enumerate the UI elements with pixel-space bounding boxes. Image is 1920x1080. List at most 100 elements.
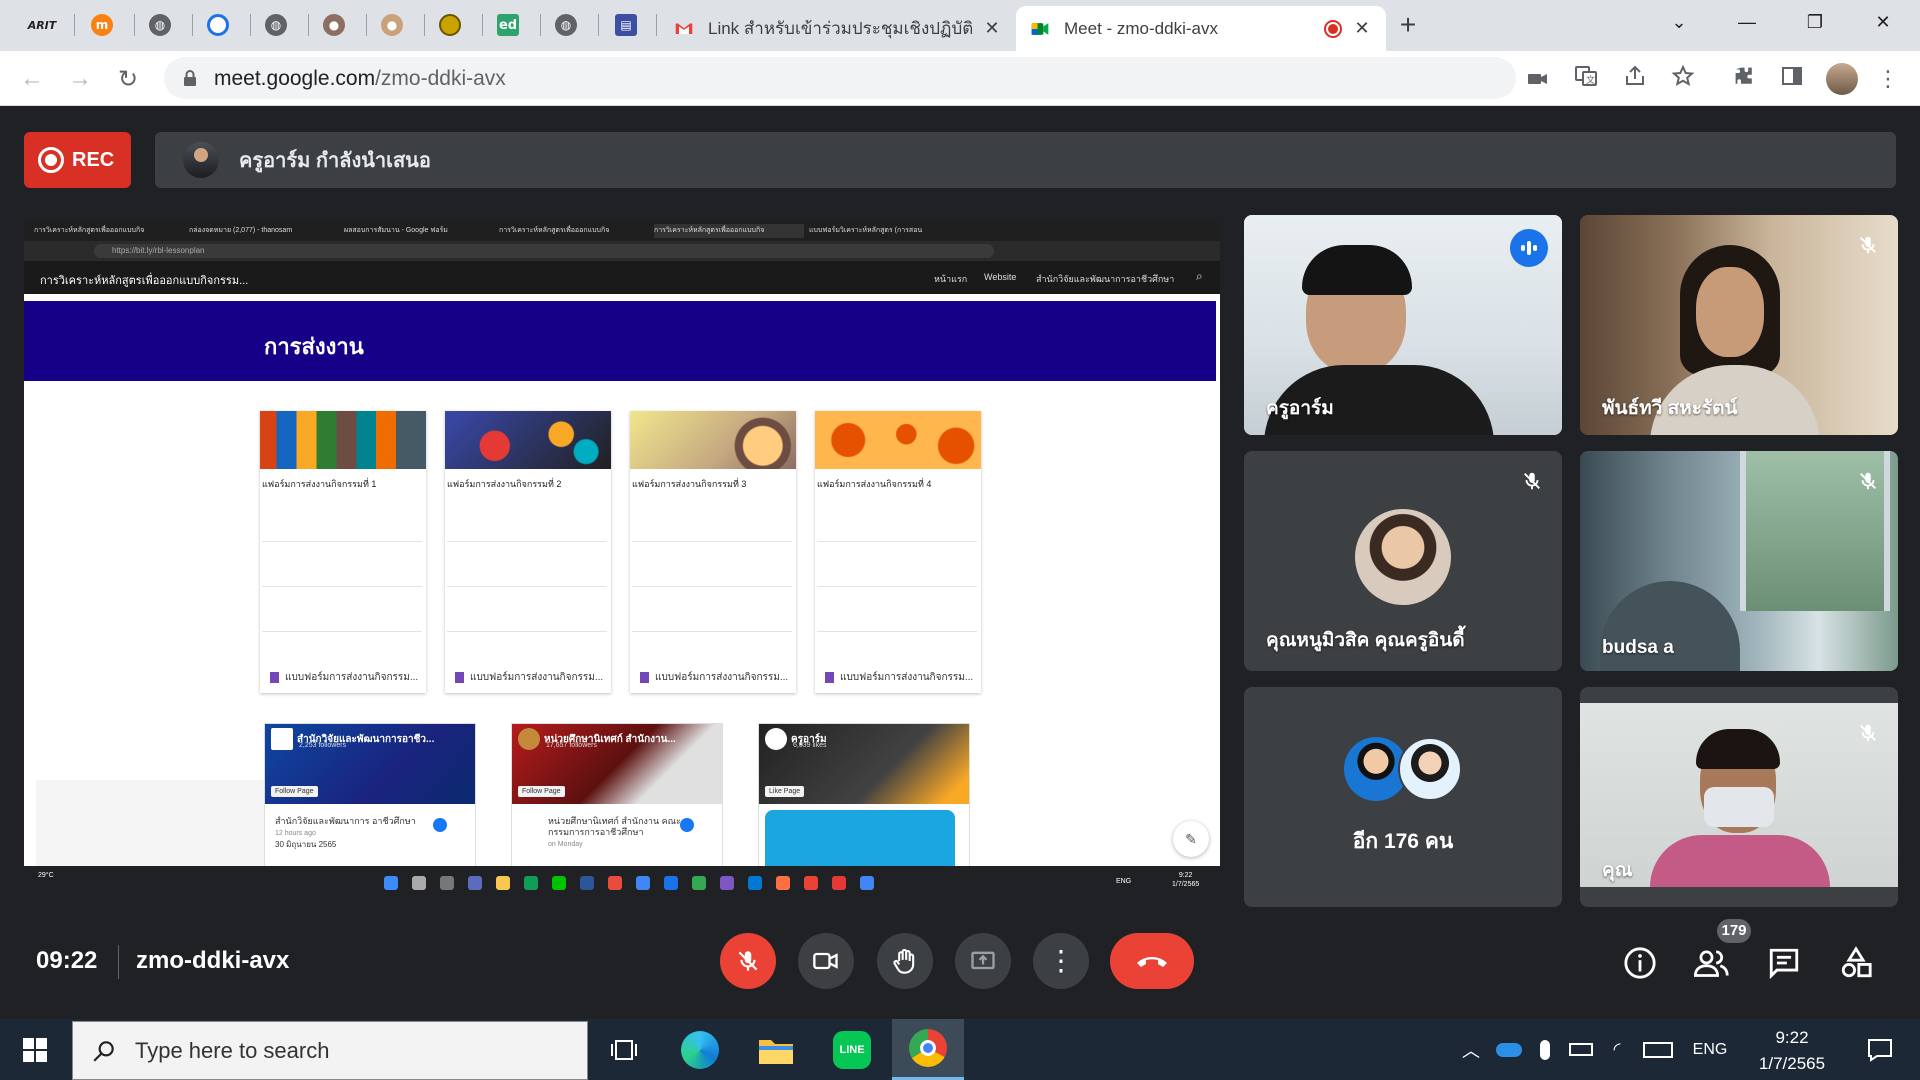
taskbar-search-box[interactable]: Type here to search [72,1021,588,1080]
arit-icon: ARIT [27,14,57,36]
form-header-pizza [815,411,981,469]
restore-button[interactable]: ❐ [1781,0,1849,44]
more-options-button[interactable]: ⋮ [1033,933,1089,989]
pinned-tab-moodle[interactable]: m [80,8,124,42]
keyboard-icon [1643,1041,1673,1058]
form-card-3: แฟอร์มการส่งงานกิจกรรมที่ 3 แบบฟอร์มการส… [630,411,796,693]
arrow-left-icon: ← [20,65,44,92]
wifi-tray[interactable]: ◜ [1602,1019,1632,1080]
mic-toggle-button[interactable] [720,933,776,989]
side-panel-icon[interactable] [1780,64,1804,88]
recording-indicator[interactable]: REC [24,132,131,188]
new-tab-button[interactable]: + [1392,9,1424,41]
restore-icon: ❐ [1806,11,1824,32]
record-icon [38,147,64,173]
camera-icon [813,952,838,970]
participant-tile-you[interactable]: คุณ [1580,687,1898,907]
show-hidden-icons-button[interactable]: ︿ [1456,1019,1486,1080]
meeting-code: zmo-ddki-avx [136,947,290,974]
system-clock[interactable]: 9:22 1/7/2565 [1752,1025,1832,1077]
star-icon[interactable] [1671,64,1695,88]
taskbar-edge[interactable] [664,1019,736,1080]
profile-avatar[interactable] [1826,63,1858,95]
shared-tab: กล่องจดหมาย (2,077) - thanosam [189,227,293,234]
participant-tile-kruarm[interactable]: ครูอาร์ม [1244,215,1562,435]
back-button[interactable]: ← [14,61,50,97]
pinned-tab-globe-1[interactable]: ◍ [138,8,182,42]
tab-title: Meet - zmo-ddki-avx [1064,18,1218,38]
pinned-tab-forms[interactable]: ▤ [604,8,648,42]
fb-followers: 2,253 followers [299,742,347,749]
share-icon[interactable] [1623,64,1647,88]
close-window-button[interactable]: ✕ [1849,0,1917,44]
activities-button[interactable] [1836,943,1876,983]
input-language[interactable]: ENG [1684,1019,1736,1080]
camera-in-use-icon[interactable] [1526,67,1550,91]
participant-tile-others[interactable]: อีก 176 คน [1244,687,1562,907]
recording-icon [1324,19,1342,38]
tab-meet[interactable]: Meet - zmo-ddki-avx ✕ [1016,6,1386,51]
shared-lang: ENG [1116,878,1132,885]
forms-icon [270,672,279,683]
shared-tab: การวิเคราะห์หลักสูตรเพื่อออกแบบกิจ [654,224,804,238]
pinned-tab-globe-2[interactable]: ◍ [254,8,298,42]
address-bar[interactable]: meet.google.com/zmo-ddki-avx [164,57,1547,99]
task-view-button[interactable] [588,1019,660,1080]
line-icon: LINE [833,1030,871,1069]
notifications-button[interactable] [1852,1019,1908,1080]
pinned-tab-arit[interactable]: ARIT [20,8,64,42]
camera-toggle-button[interactable] [798,933,854,989]
form-title: แฟอร์มการส่งงานกิจกรรมที่ 1 [262,479,377,489]
pinned-tab-seal[interactable] [428,8,472,42]
search-icon [93,1040,114,1062]
taskbar-chrome[interactable] [892,1019,964,1080]
translate-icon[interactable]: 文 [1574,64,1598,88]
battery-tray[interactable] [1566,1019,1596,1080]
form-footer: แบบฟอร์มการส่งงานกิจกรรม... [455,670,603,685]
microphone-tray[interactable] [1530,1019,1560,1080]
participant-tile-phanthawi[interactable]: พันธ์ทวี สหะรัตน์ [1580,215,1898,435]
windows-taskbar: Type here to search LINE ︿ ◜ ENG 9:22 1/7… [0,1019,1920,1080]
ring-icon [207,14,229,36]
tab-search-button[interactable]: ⌄ [1645,0,1713,44]
fb-page-name: สำนักวิจัยและพัฒนาการอาชีว... [271,728,434,750]
pinned-tab-opera[interactable] [196,8,240,42]
taskbar-file-explorer[interactable] [740,1019,812,1080]
lock-icon [184,70,196,86]
participant-count-badge: 179 [1717,919,1751,943]
close-tab-icon[interactable]: ✕ [982,18,1002,39]
present-screen-button[interactable] [955,933,1011,989]
pinned-tab-person-1[interactable]: ● [312,8,356,42]
speaking-indicator-icon [1510,229,1548,267]
browser-tab-strip: ARIT m ◍ ◍ ● ● ed ◍ ▤ Link สำหรับเข้าร่ว… [0,0,1920,51]
form-title: แฟอร์มการส่งงานกิจกรรมที่ 3 [632,479,747,489]
reload-button[interactable]: ↻ [110,61,146,97]
raise-hand-button[interactable] [877,933,933,989]
participant-name: budsa a [1602,637,1674,658]
keyboard-tray[interactable] [1638,1019,1678,1080]
pinned-tab-edpuzzle[interactable]: ed [486,8,530,42]
menu-kebab-icon[interactable]: ⋮ [1876,63,1900,95]
wifi-icon: ◜ [1613,1039,1621,1059]
chat-button[interactable] [1764,943,1804,983]
forward-button[interactable]: → [62,61,98,97]
pinned-tab-person-2[interactable]: ● [370,8,414,42]
leave-call-button[interactable] [1110,933,1194,989]
present-icon [971,951,995,970]
mic-off-icon [1852,717,1884,749]
onedrive-tray[interactable] [1494,1019,1524,1080]
pinned-tab-globe-3[interactable]: ◍ [544,8,588,42]
start-button[interactable] [0,1019,70,1080]
participant-tile-noomusic[interactable]: คุณหนูมิวสิค คุณครูอินดี้ [1244,451,1562,671]
tab-gmail-link[interactable]: Link สำหรับเข้าร่วมประชุมเชิงปฏิบัติการ … [660,6,1016,51]
meeting-details-button[interactable] [1620,943,1660,983]
close-tab-icon[interactable]: ✕ [1352,18,1372,39]
people-button[interactable] [1692,943,1732,983]
face-mask [1704,787,1774,827]
facebook-icon [680,818,694,832]
extensions-icon[interactable] [1732,64,1756,88]
participant-tile-budsa[interactable]: budsa a [1580,451,1898,671]
minimize-button[interactable]: — [1713,0,1781,44]
globe-icon: ◍ [555,14,577,36]
taskbar-line[interactable]: LINE [816,1019,888,1080]
